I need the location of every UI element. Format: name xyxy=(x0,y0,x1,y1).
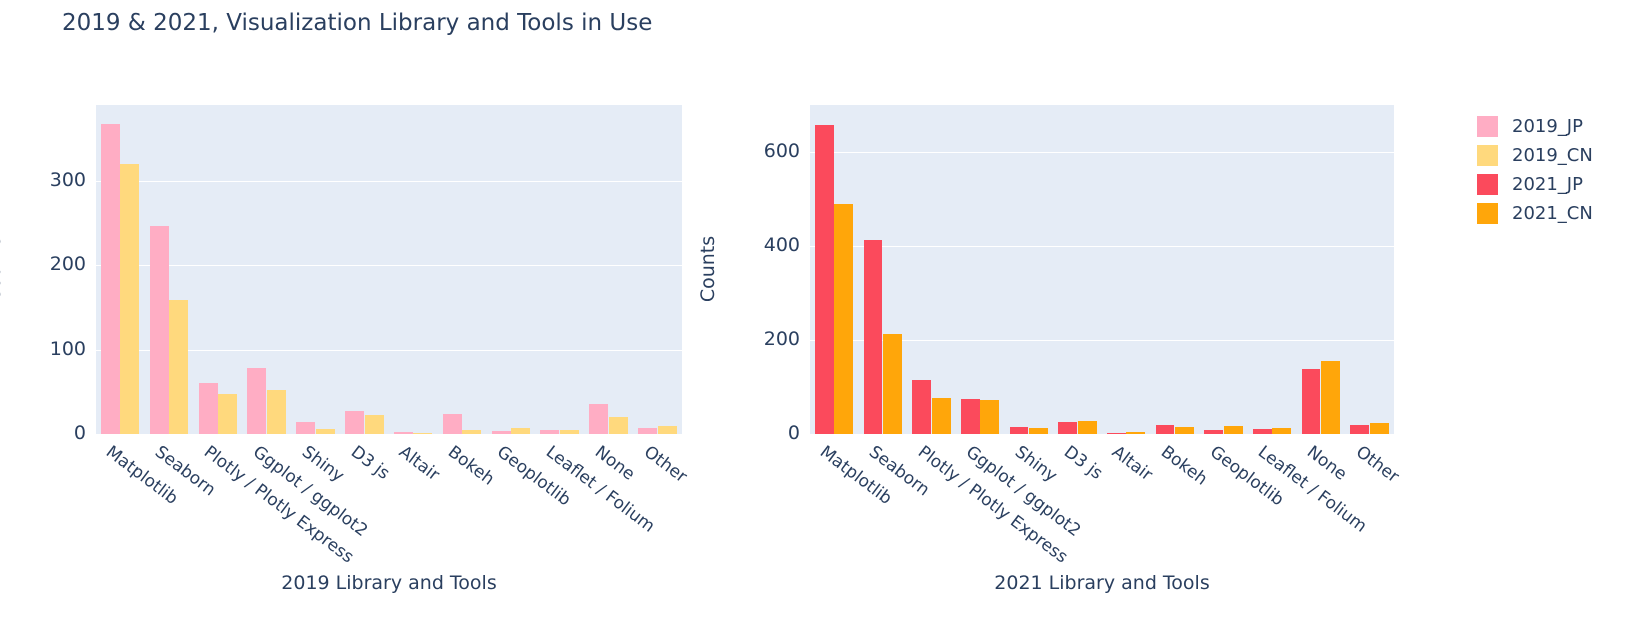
bar[interactable] xyxy=(1272,427,1292,434)
bars-layer xyxy=(96,105,682,434)
chart-legend: 2019_JP 2019_CN 2021_JP 2021_CN xyxy=(1477,112,1627,228)
bar[interactable] xyxy=(198,383,218,434)
bar[interactable] xyxy=(393,432,413,434)
bar[interactable] xyxy=(540,429,560,434)
legend-item[interactable]: 2021_JP xyxy=(1477,170,1627,199)
x-tick-label: Bokeh xyxy=(1156,442,1211,490)
bar[interactable] xyxy=(169,299,189,434)
bar[interactable] xyxy=(657,425,677,434)
bar[interactable] xyxy=(1029,427,1048,434)
y-tick-label: 100 xyxy=(49,337,86,360)
bar[interactable] xyxy=(980,399,1000,434)
legend-item[interactable]: 2019_JP xyxy=(1477,112,1627,141)
bar[interactable] xyxy=(1204,430,1224,434)
bar[interactable] xyxy=(1223,426,1243,434)
x-tick-label: Other xyxy=(639,442,691,488)
bar[interactable] xyxy=(364,415,384,434)
bar[interactable] xyxy=(960,398,980,434)
bar[interactable] xyxy=(1058,421,1078,434)
bar[interactable] xyxy=(100,123,120,434)
x-tick-label: Other xyxy=(1351,442,1403,488)
bar[interactable] xyxy=(511,428,531,434)
x-axis-title: 2019 Library and Tools xyxy=(281,572,497,594)
legend-item[interactable]: 2021_CN xyxy=(1477,199,1627,228)
x-axis-title: 2021 Library and Tools xyxy=(994,572,1210,594)
bar[interactable] xyxy=(345,411,365,434)
bar[interactable] xyxy=(1175,427,1194,434)
bar[interactable] xyxy=(638,428,658,434)
bar[interactable] xyxy=(883,334,902,434)
bar[interactable] xyxy=(120,164,140,434)
bar[interactable] xyxy=(931,398,951,434)
bar[interactable] xyxy=(1077,421,1097,434)
bar[interactable] xyxy=(1321,361,1340,434)
bar[interactable] xyxy=(266,390,286,434)
legend-item-label: 2021_JP xyxy=(1512,174,1583,195)
bar[interactable] xyxy=(1369,422,1389,434)
bar[interactable] xyxy=(1252,428,1272,434)
bar[interactable] xyxy=(1009,426,1029,434)
bar[interactable] xyxy=(863,240,883,434)
figure-title: 2019 & 2021, Visualization Library and T… xyxy=(62,10,653,36)
bar[interactable] xyxy=(608,417,628,434)
bar[interactable] xyxy=(315,428,335,434)
x-tick-label: Altair xyxy=(395,442,444,486)
y-tick-label: 600 xyxy=(763,140,800,162)
bar[interactable] xyxy=(218,393,238,434)
bar[interactable] xyxy=(1301,369,1321,434)
bar[interactable] xyxy=(589,404,609,434)
x-tick-label: Bokeh xyxy=(444,442,499,490)
figure-container: 2019 & 2021, Visualization Library and T… xyxy=(0,0,1636,630)
legend-item-label: 2019_CN xyxy=(1512,145,1593,166)
bar[interactable] xyxy=(1155,424,1175,434)
legend-swatch-icon xyxy=(1477,203,1498,224)
y-tick-label: 300 xyxy=(49,168,86,191)
bar[interactable] xyxy=(1106,432,1126,434)
legend-item-label: 2019_JP xyxy=(1512,116,1583,137)
x-tick-label: Altair xyxy=(1108,442,1157,486)
y-axis-title: Counts xyxy=(0,235,5,302)
bar[interactable] xyxy=(247,368,267,434)
bar[interactable] xyxy=(559,429,579,434)
bar[interactable] xyxy=(413,433,433,434)
x-tick-label: D3 js xyxy=(1059,442,1106,484)
bar[interactable] xyxy=(149,225,169,434)
y-tick-label: 0 xyxy=(73,422,86,444)
bar[interactable] xyxy=(834,203,854,434)
legend-swatch-icon xyxy=(1477,116,1498,137)
legend-swatch-icon xyxy=(1477,145,1498,166)
y-axis-title: Counts xyxy=(697,235,719,302)
bar[interactable] xyxy=(442,413,462,434)
bar[interactable] xyxy=(296,422,316,434)
legend-item[interactable]: 2019_CN xyxy=(1477,141,1627,170)
y-tick-label: 0 xyxy=(787,422,800,444)
y-tick-label: 200 xyxy=(763,328,800,350)
x-tick-label: D3 js xyxy=(346,442,393,484)
bar[interactable] xyxy=(1126,432,1146,434)
bar[interactable] xyxy=(1350,425,1370,434)
bars-layer xyxy=(810,105,1394,434)
bar[interactable] xyxy=(491,430,511,434)
legend-swatch-icon xyxy=(1477,174,1498,195)
bar[interactable] xyxy=(462,429,482,434)
legend-item-label: 2021_CN xyxy=(1512,203,1593,224)
bar[interactable] xyxy=(814,125,834,434)
bar[interactable] xyxy=(912,380,932,434)
y-tick-label: 400 xyxy=(763,234,800,256)
y-tick-label: 200 xyxy=(49,253,86,276)
